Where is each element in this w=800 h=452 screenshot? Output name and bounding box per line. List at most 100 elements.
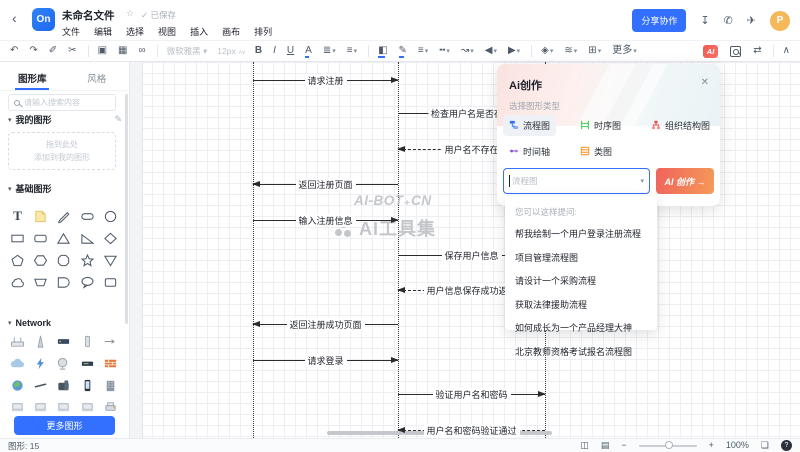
zoom-slider-thumb[interactable] xyxy=(665,441,673,449)
network-section[interactable]: ▾ Network xyxy=(8,318,122,328)
sequence-message[interactable]: 请求注册 xyxy=(253,80,398,81)
my-shapes-section[interactable]: ▾ 我的图形 ✎ xyxy=(8,113,122,126)
download-icon[interactable]: ↧ xyxy=(700,14,709,27)
send-icon[interactable]: ✈ xyxy=(747,14,756,27)
find-replace-icon[interactable] xyxy=(730,46,741,57)
shape-pen-icon[interactable] xyxy=(52,205,75,227)
favorite-star-icon[interactable]: ☆ xyxy=(126,8,134,19)
more-shapes-button[interactable]: 更多图形 xyxy=(14,416,115,435)
diagram-type-flowchart[interactable]: 流程图 xyxy=(503,115,556,136)
font-color-icon[interactable]: A xyxy=(305,46,312,56)
shape-building-icon[interactable] xyxy=(99,374,122,396)
italic-icon[interactable]: I xyxy=(273,46,276,56)
underline-icon[interactable]: U xyxy=(287,46,294,56)
ai-prompt-input[interactable] xyxy=(503,168,650,194)
avatar[interactable]: P xyxy=(770,11,790,31)
menu-canvas[interactable]: 画布 xyxy=(222,25,240,38)
shape-tower-server-icon[interactable] xyxy=(76,330,99,352)
sequence-message[interactable]: 输入注册信息 xyxy=(253,220,398,221)
menu-edit[interactable]: 编辑 xyxy=(94,25,112,38)
shape-star-icon[interactable] xyxy=(76,249,99,271)
arrow-end-icon[interactable]: ▶▾ xyxy=(508,46,520,57)
shape-octagon-icon[interactable] xyxy=(52,249,75,271)
shape-text-icon[interactable]: T xyxy=(6,205,29,227)
phone-icon[interactable]: ✆ xyxy=(724,14,733,27)
sequence-message[interactable]: 用户名和密码验证通过 xyxy=(398,430,545,431)
frame-icon[interactable]: ▣ xyxy=(98,46,107,56)
collapse-toolbar-icon[interactable]: ∧ xyxy=(783,46,790,56)
share-collab-button[interactable]: 分享协作 xyxy=(632,9,686,32)
shape-inverted-triangle-icon[interactable] xyxy=(99,249,122,271)
ai-suggestion-item[interactable]: 北京教师资格考试报名流程图 xyxy=(515,345,647,358)
sidebar-scrollbar[interactable] xyxy=(125,94,128,324)
lifeline-2[interactable] xyxy=(398,62,399,438)
bold-icon[interactable]: B xyxy=(255,46,262,56)
ai-suggestion-item[interactable]: 帮我绘制一个用户登录注册流程 xyxy=(515,227,647,240)
app-logo[interactable]: On xyxy=(32,8,55,31)
help-button[interactable]: ? xyxy=(781,440,792,451)
shape-trapezoid-icon[interactable] xyxy=(29,271,52,293)
ai-create-button[interactable]: AI 创作 → xyxy=(656,168,714,194)
shape-callout-icon[interactable] xyxy=(76,271,99,293)
undo-icon[interactable]: ↶ xyxy=(10,46,18,56)
fill-color-icon[interactable]: ◧ xyxy=(378,46,387,56)
more-menu[interactable]: 更多▾ xyxy=(612,46,637,57)
stroke-color-icon[interactable]: ✎ xyxy=(399,46,407,56)
tab-shape-library[interactable]: 图形库 xyxy=(0,62,65,90)
line-width-icon[interactable]: ≡▾ xyxy=(418,46,428,57)
link-icon[interactable]: ∞ xyxy=(138,46,145,56)
shape-server-icon[interactable] xyxy=(52,330,75,352)
shape-diamond-icon[interactable] xyxy=(99,227,122,249)
search-input[interactable]: 请输入搜索内容 xyxy=(8,94,116,111)
table-icon[interactable]: ⊞▾ xyxy=(588,46,601,57)
shape-mobile-phone-icon[interactable] xyxy=(76,374,99,396)
diagram-type-org[interactable]: 组织结构图 xyxy=(645,115,716,136)
shape-cloud-icon[interactable] xyxy=(6,352,29,374)
ai-suggestion-item[interactable]: 项目管理流程图 xyxy=(515,251,647,264)
minimap-icon[interactable]: ▤ xyxy=(601,441,610,450)
ai-suggestion-item[interactable]: 如何成长为一个产品经理大神 xyxy=(515,321,647,334)
shape-sticky-note-icon[interactable] xyxy=(29,205,52,227)
zoom-out-icon[interactable]: − xyxy=(621,441,626,450)
font-size-select[interactable]: 12px ∧∨ xyxy=(217,46,245,56)
menu-view[interactable]: 视图 xyxy=(158,25,176,38)
shape-dropzone[interactable]: 拖到此处 添加到我的图形 xyxy=(8,132,116,170)
pages-icon[interactable]: ◫ xyxy=(580,441,589,450)
arrow-start-icon[interactable]: ◀▾ xyxy=(485,46,497,57)
shape-antenna-tower-icon[interactable] xyxy=(29,330,52,352)
shape-rack-server-icon[interactable] xyxy=(76,352,99,374)
shape-rounded-rectangle-icon[interactable] xyxy=(29,227,52,249)
shape-rectangle-icon[interactable] xyxy=(6,227,29,249)
ai-suggestion-item[interactable]: 请设计一个采购流程 xyxy=(515,274,647,287)
sequence-message[interactable]: 返回注册页面 xyxy=(253,184,398,185)
shape-firewall-icon[interactable] xyxy=(99,352,122,374)
menu-select[interactable]: 选择 xyxy=(126,25,144,38)
fullscreen-icon[interactable]: ❏ xyxy=(761,441,769,450)
shape-globe-icon[interactable] xyxy=(6,374,29,396)
shape-triangle-icon[interactable] xyxy=(52,227,75,249)
shape-satellite-icon[interactable] xyxy=(52,352,75,374)
menu-arrange[interactable]: 排列 xyxy=(254,25,272,38)
shape-d-shape-icon[interactable] xyxy=(52,271,75,293)
distribute-icon[interactable]: ≋▾ xyxy=(564,46,577,57)
basic-shapes-section[interactable]: ▾ 基础图形 xyxy=(8,182,122,195)
shortcut-keys-icon[interactable]: ⇄ xyxy=(753,46,761,56)
format-painter-icon[interactable]: ✐ xyxy=(49,46,57,56)
layers-icon[interactable]: ◈▾ xyxy=(541,46,553,57)
lifeline-1[interactable] xyxy=(253,62,254,438)
sequence-message[interactable]: 验证用户名和密码 xyxy=(398,394,545,395)
tab-style[interactable]: 风格 xyxy=(65,62,130,90)
connector-type-icon[interactable]: ↝▾ xyxy=(461,46,474,57)
zoom-slider[interactable] xyxy=(639,445,697,447)
shape-pill-icon[interactable] xyxy=(76,205,99,227)
document-title[interactable]: 未命名文件 xyxy=(62,8,115,23)
sequence-message[interactable]: 请求登录 xyxy=(253,360,398,361)
menu-file[interactable]: 文件 xyxy=(62,25,80,38)
ai-suggestion-item[interactable]: 获取法律援助流程 xyxy=(515,298,647,311)
close-icon[interactable]: ✕ xyxy=(701,77,709,88)
line-height-icon[interactable]: ≣▾ xyxy=(323,46,336,57)
font-family-select[interactable]: 微软雅黑 ▾ xyxy=(167,45,208,57)
image-icon[interactable]: ▦ xyxy=(118,46,127,56)
diagram-type-timeline[interactable]: 时间轴 xyxy=(503,141,556,162)
zoom-in-icon[interactable]: + xyxy=(709,441,714,450)
